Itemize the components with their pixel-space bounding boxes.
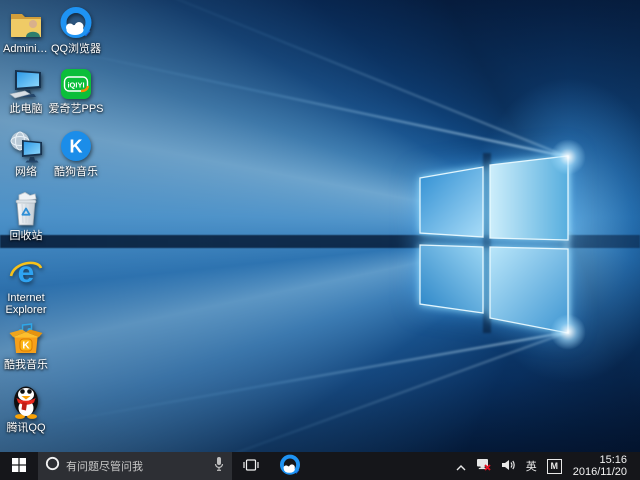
desktop-wallpaper: Administrator QQ浏览器 (0, 0, 640, 452)
iqiyi-wordmark: iQIYI (67, 81, 84, 90)
taskbar-qq-browser-button[interactable] (270, 452, 310, 480)
network-disconnected-icon (476, 458, 491, 474)
icon-label: 酷狗音乐 (54, 166, 98, 178)
taskbar: 有问题尽管问我 (0, 452, 640, 480)
ime-mode-button[interactable]: M (542, 452, 567, 480)
clock-date: 2016/11/20 (573, 466, 627, 479)
icon-label: Administrator (3, 43, 49, 55)
ie-letter: e (18, 256, 35, 289)
speaker-icon (501, 459, 516, 474)
desktop-icon-kugou-music[interactable]: K 酷狗音乐 (52, 129, 100, 178)
cortana-search-box[interactable]: 有问题尽管问我 (38, 452, 232, 480)
desktop-icon-network[interactable]: 网络 (2, 129, 50, 178)
logo-corner-glow (550, 139, 586, 175)
desktop-icon-internet-explorer[interactable]: e Internet Explorer (2, 255, 50, 316)
kuwo-letter: K (22, 341, 30, 352)
light-ray (6, 331, 568, 432)
qq-browser-icon (279, 454, 301, 479)
chevron-up-icon (456, 459, 466, 474)
logo-corner-glow (550, 314, 586, 350)
clock-time: 15:16 (599, 454, 627, 467)
desktop-icon-administrator[interactable]: Administrator (2, 6, 50, 55)
ime-language-button[interactable]: 英 (521, 452, 542, 480)
volume-button[interactable] (496, 452, 521, 480)
icon-label: 爱奇艺PPS (49, 103, 104, 115)
ime-mode-icon: M (547, 459, 562, 474)
search-placeholder: 有问题尽管问我 (66, 458, 207, 474)
desktop-icon-this-pc[interactable]: 此电脑 (2, 66, 50, 115)
desktop-icon-qq-browser[interactable]: QQ浏览器 (52, 6, 100, 55)
kuwo-icon: K (9, 322, 43, 356)
task-view-button[interactable] (232, 452, 270, 480)
desktop-icon-recycle-bin[interactable]: 回收站 (2, 193, 50, 242)
icon-label: 此电脑 (10, 103, 43, 115)
clock[interactable]: 15:16 2016/11/20 (567, 454, 635, 479)
windows-start-icon (12, 458, 26, 475)
icon-label: 腾讯QQ (6, 422, 45, 434)
desktop-icon-kuwo-music[interactable]: K 酷我音乐 (2, 322, 50, 371)
start-button[interactable] (0, 452, 38, 480)
qq-penguin-icon (11, 385, 41, 419)
kugou-letter: K (70, 137, 83, 157)
windows-logo (418, 150, 570, 340)
icon-label: 酷我音乐 (4, 359, 48, 371)
system-tray: 英 M 15:16 2016/11/20 (451, 452, 640, 480)
kugou-icon: K (59, 129, 93, 163)
desktop-icon-tencent-qq[interactable]: 腾讯QQ (2, 385, 50, 434)
icon-label: 网络 (15, 166, 37, 178)
network-globe-icon (8, 129, 44, 163)
user-folder-icon (9, 6, 43, 40)
icon-label: QQ浏览器 (51, 43, 101, 55)
show-hidden-icons-button[interactable] (451, 452, 471, 480)
network-status-button[interactable] (471, 452, 496, 480)
computer-icon (8, 66, 44, 100)
light-ray (39, 0, 568, 158)
ime-language-indicator: 英 (521, 458, 542, 474)
microphone-icon[interactable] (213, 456, 225, 477)
cortana-icon (45, 456, 60, 476)
iqiyi-icon: iQIYI (60, 66, 92, 100)
recycle-bin-icon (10, 193, 42, 227)
icon-label: Internet Explorer (2, 292, 50, 316)
light-ray (32, 331, 568, 452)
desktop-icon-iqiyi-pps[interactable]: iQIYI 爱奇艺PPS (52, 66, 100, 115)
icon-label: 回收站 (10, 230, 43, 242)
internet-explorer-icon: e (8, 255, 44, 289)
qq-browser-icon (59, 6, 93, 40)
task-view-icon (243, 459, 259, 474)
